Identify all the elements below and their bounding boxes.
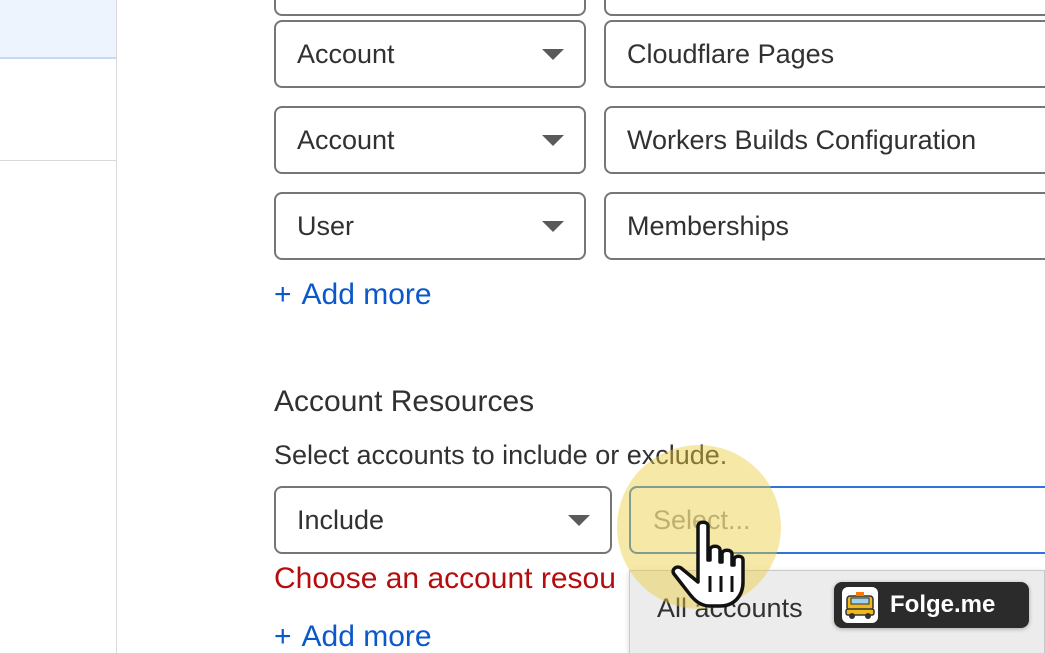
sidebar-active-item[interactable] (0, 0, 116, 59)
permission-scope-value: Account (297, 38, 395, 69)
sidebar (0, 0, 117, 653)
account-resources-title: Account Resources (274, 385, 535, 418)
chevron-down-icon (542, 49, 564, 60)
account-select-input[interactable] (629, 486, 1045, 554)
include-exclude-value: Include (297, 504, 385, 535)
chevron-down-icon (542, 135, 564, 146)
add-more-permissions-link[interactable]: + Add more (274, 278, 432, 312)
sidebar-divider (0, 160, 116, 161)
chevron-down-icon (542, 221, 564, 232)
permission-select[interactable]: Cloudflare Pages (604, 20, 1045, 88)
permission-scope-select[interactable]: User (274, 192, 586, 260)
permission-select-partial[interactable] (604, 0, 1045, 16)
permission-value: Workers Builds Configuration (627, 124, 977, 155)
permission-scope-select[interactable]: Account (274, 20, 586, 88)
account-resource-error: Choose an account resou (274, 562, 616, 595)
permission-value: Memberships (627, 210, 790, 241)
permission-scope-value: User (297, 210, 355, 241)
add-more-label: Add more (301, 278, 432, 311)
watermark-text: Folge.me (890, 591, 996, 618)
add-more-resources-link[interactable]: + Add more (274, 620, 432, 653)
account-resources-description: Select accounts to include or exclude. (274, 440, 728, 470)
account-search-field[interactable] (653, 504, 953, 536)
folge-watermark: Folge.me (834, 582, 1029, 628)
permission-scope-value: Account (297, 124, 395, 155)
permission-select[interactable]: Memberships (604, 192, 1045, 260)
permission-scope-select[interactable]: Account (274, 106, 586, 174)
plus-icon: + (274, 620, 292, 653)
permission-select[interactable]: Workers Builds Configuration (604, 106, 1045, 174)
plus-icon: + (274, 278, 292, 311)
dropdown-option-all-accounts[interactable]: All accounts (657, 593, 803, 624)
folge-logo-icon (842, 587, 878, 623)
permission-scope-select-partial[interactable] (274, 0, 586, 16)
chevron-down-icon (568, 515, 590, 526)
add-more-label: Add more (301, 620, 432, 653)
include-exclude-select[interactable]: Include (274, 486, 612, 554)
permission-value: Cloudflare Pages (627, 38, 835, 69)
